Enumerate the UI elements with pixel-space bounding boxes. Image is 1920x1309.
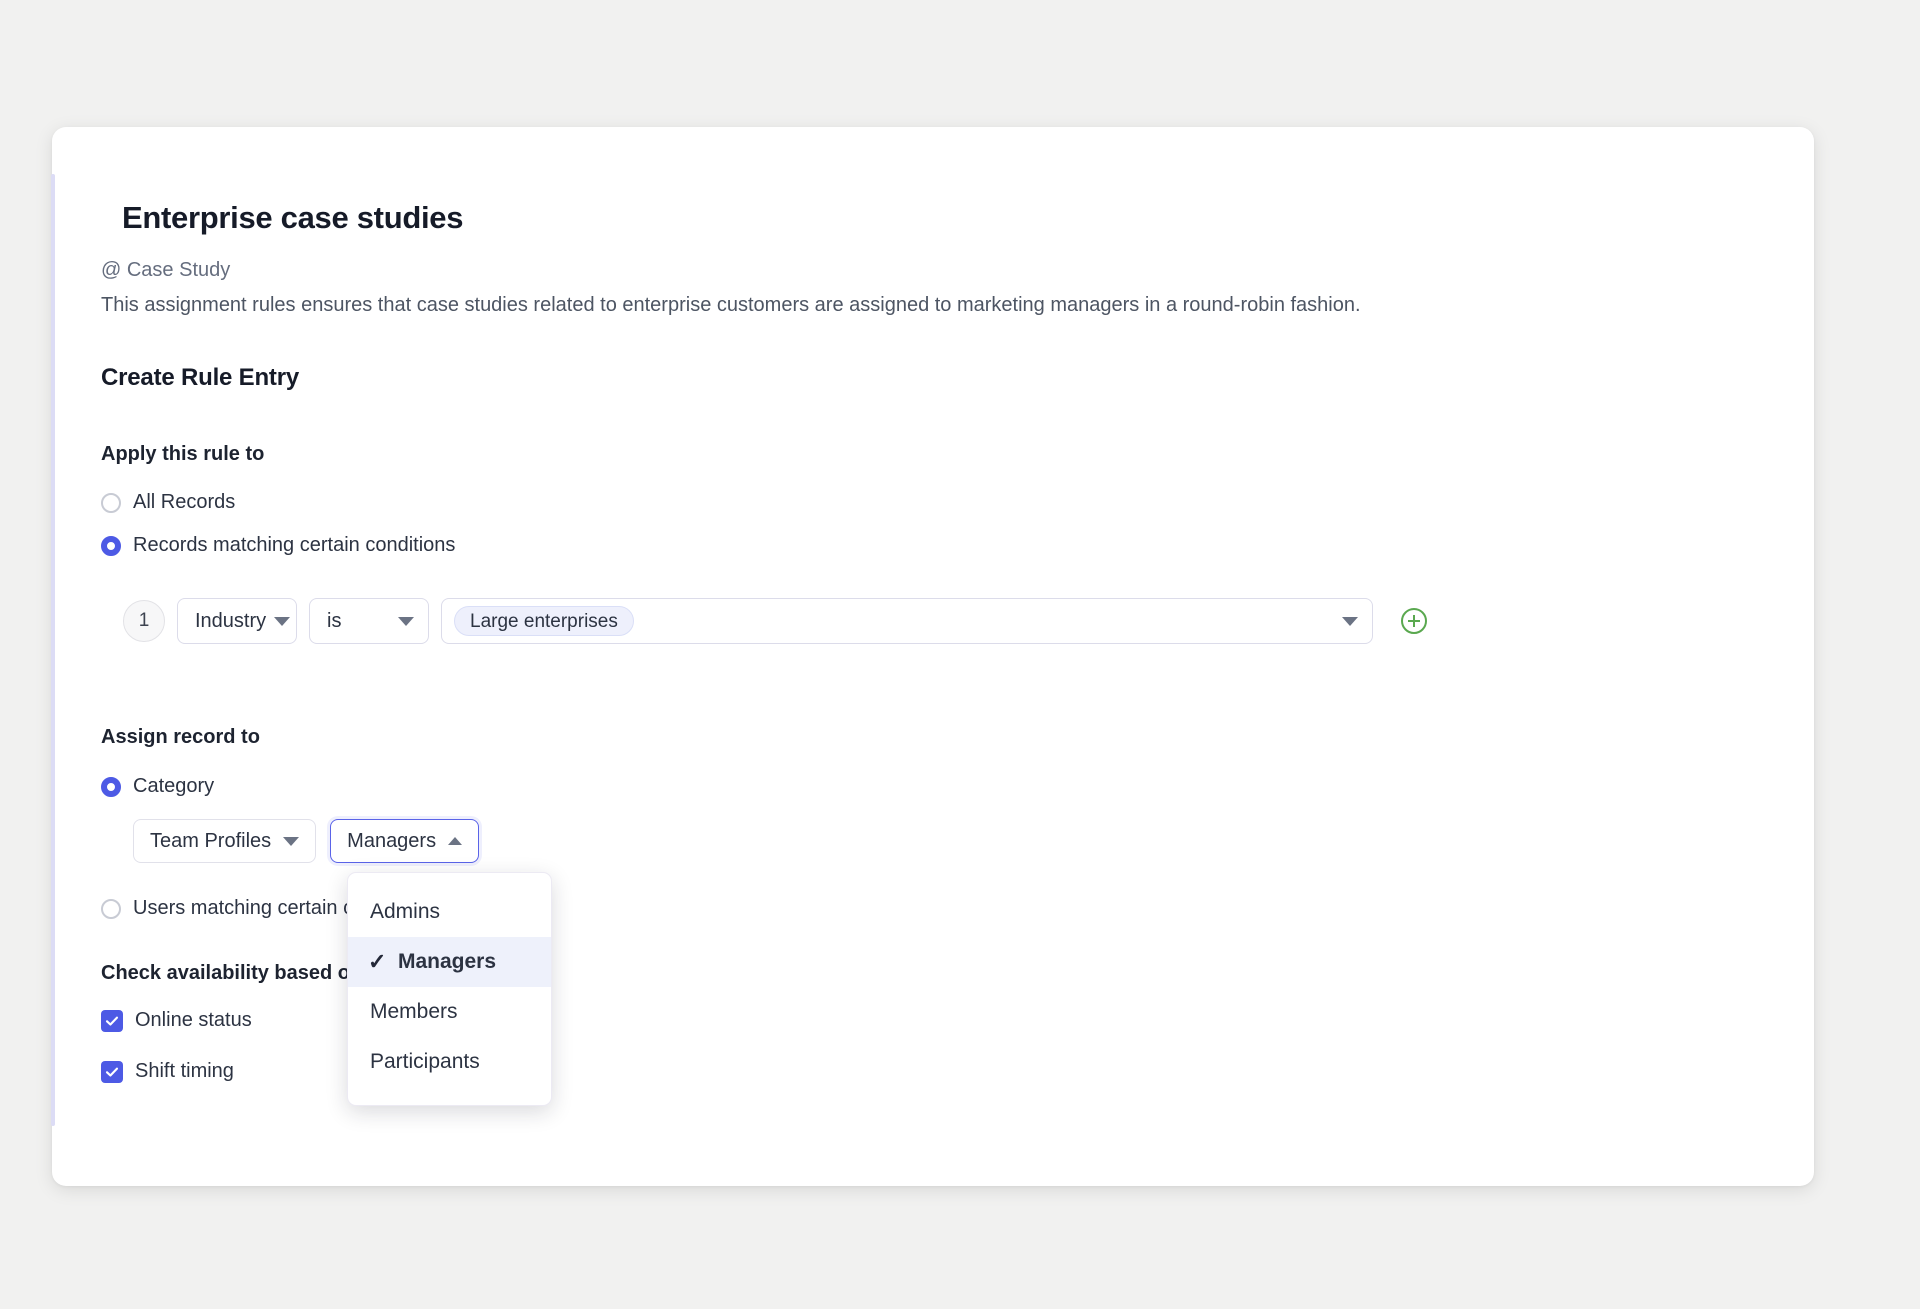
- radio-records-matching-conditions-indicator: [101, 535, 121, 556]
- checkbox-online-status-label: Online status: [135, 1009, 252, 1031]
- card-content: Enterprise case studies @ Case Study Thi…: [0, 0, 1920, 1309]
- radio-users-matching-conditions-indicator: [101, 898, 121, 919]
- condition-field-value: Industry: [195, 609, 267, 632]
- condition-field-select[interactable]: Industry: [177, 598, 297, 644]
- radio-all-records-label: All Records: [133, 491, 236, 513]
- radio-category-indicator: [101, 776, 121, 797]
- menu-item-participants[interactable]: Participants: [348, 1037, 551, 1087]
- record-type-label: @ Case Study: [101, 259, 231, 281]
- chevron-down-icon: [398, 616, 414, 626]
- radio-category-label: Category: [133, 775, 215, 797]
- chevron-down-icon: [1342, 616, 1358, 626]
- managers-select[interactable]: Managers: [330, 819, 480, 863]
- menu-item-admins-label: Admins: [370, 900, 441, 923]
- checkbox-online-status[interactable]: Online status: [101, 1009, 252, 1032]
- chevron-down-icon: [274, 616, 291, 626]
- team-profiles-value: Team Profiles: [150, 829, 272, 852]
- menu-item-managers-label: Managers: [398, 950, 497, 973]
- rule-description: This assignment rules ensures that case …: [101, 294, 1361, 316]
- managers-value: Managers: [347, 829, 437, 852]
- check-icon: ✓: [368, 949, 387, 974]
- menu-item-managers[interactable]: ✓ Managers: [348, 937, 551, 987]
- managers-dropdown-menu: Admins ✓ Managers Members Participants: [347, 872, 552, 1106]
- menu-item-participants-label: Participants: [370, 1050, 480, 1073]
- condition-operator-select[interactable]: is: [309, 598, 429, 644]
- chevron-up-icon: [448, 837, 463, 845]
- add-condition-icon[interactable]: [1401, 608, 1427, 634]
- menu-item-admins[interactable]: Admins: [348, 887, 551, 937]
- checkbox-shift-timing-label: Shift timing: [135, 1060, 234, 1082]
- card-left-rail: [51, 174, 55, 1126]
- apply-rule-label: Apply this rule to: [101, 443, 265, 465]
- condition-row: 1 Industry is Large enterprises: [123, 598, 1427, 644]
- section-title-create-rule-entry: Create Rule Entry: [101, 364, 299, 391]
- menu-item-members[interactable]: Members: [348, 987, 551, 1037]
- radio-category[interactable]: Category: [101, 775, 214, 798]
- chevron-down-icon: [283, 836, 300, 846]
- condition-index-badge: 1: [123, 600, 165, 642]
- condition-value-chip[interactable]: Large enterprises: [454, 606, 634, 636]
- availability-label: Check availability based on: [101, 962, 363, 984]
- page-root: Enterprise case studies @ Case Study Thi…: [0, 0, 1920, 1309]
- page-title: Enterprise case studies: [122, 200, 464, 235]
- condition-value-select[interactable]: Large enterprises: [441, 598, 1373, 644]
- checkbox-shift-timing[interactable]: Shift timing: [101, 1060, 234, 1083]
- assign-selects-row: Team Profiles Managers: [133, 819, 480, 863]
- assign-record-label: Assign record to: [101, 726, 260, 748]
- check-icon: [101, 1060, 123, 1083]
- team-profiles-select[interactable]: Team Profiles: [133, 819, 317, 863]
- radio-all-records[interactable]: All Records: [101, 491, 235, 514]
- radio-records-matching-conditions-label: Records matching certain conditions: [133, 534, 456, 556]
- menu-item-members-label: Members: [370, 1000, 458, 1023]
- radio-records-matching-conditions[interactable]: Records matching certain conditions: [101, 534, 455, 557]
- radio-all-records-indicator: [101, 492, 121, 513]
- condition-operator-value: is: [327, 609, 342, 632]
- check-icon: [101, 1009, 123, 1032]
